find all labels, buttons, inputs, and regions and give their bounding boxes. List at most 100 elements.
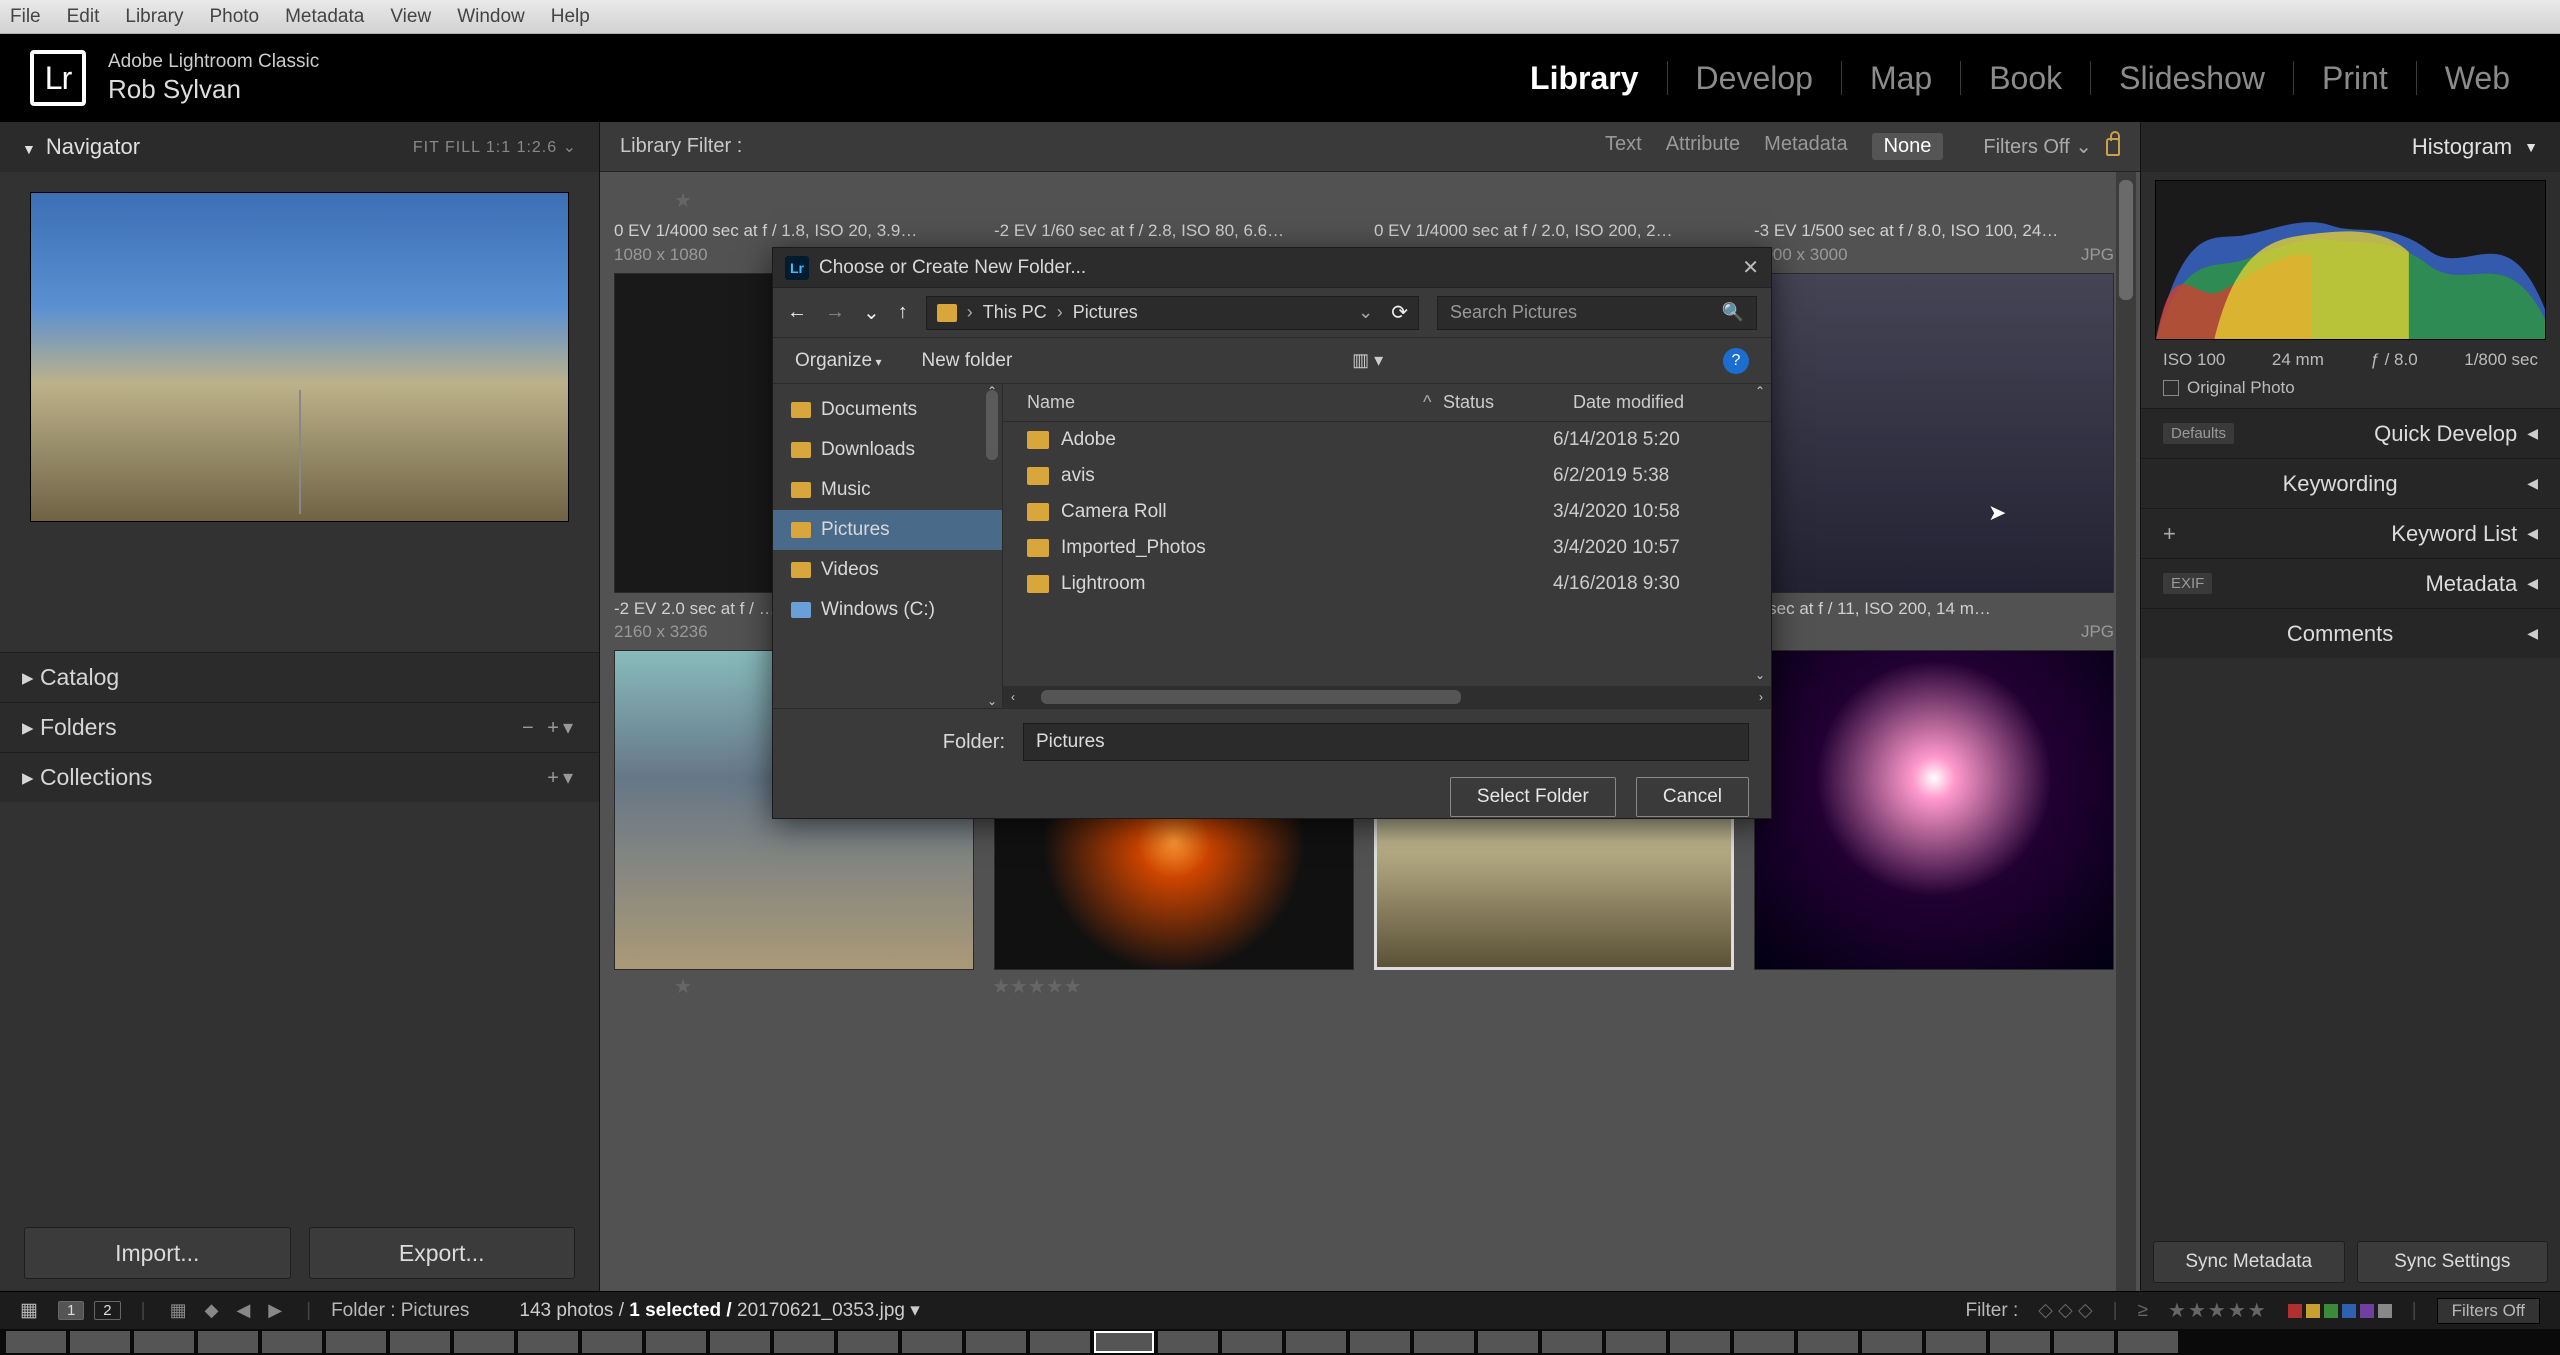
- add-keyword-icon[interactable]: +: [2163, 521, 2176, 547]
- thumbnail-rating[interactable]: ★: [674, 188, 2114, 213]
- tree-documents[interactable]: Documents: [773, 390, 1002, 430]
- sync-metadata-button[interactable]: Sync Metadata: [2153, 1241, 2345, 1283]
- menu-view[interactable]: View: [390, 6, 431, 28]
- menu-file[interactable]: File: [10, 6, 41, 28]
- quick-develop-panel[interactable]: Defaults Quick Develop◀: [2141, 408, 2560, 458]
- search-input[interactable]: Search Pictures 🔍: [1437, 296, 1757, 330]
- folder-browser-dialog: Lr Choose or Create New Folder... ✕ ← → …: [772, 247, 1772, 819]
- sort-direction-icon[interactable]: ◆: [205, 1300, 219, 1321]
- grid-view-icon[interactable]: ▦: [170, 1300, 187, 1321]
- module-book[interactable]: Book: [1969, 60, 2082, 97]
- import-button[interactable]: Import...: [24, 1227, 291, 1279]
- menu-metadata[interactable]: Metadata: [285, 6, 364, 28]
- thumbnail-rating[interactable]: ★: [674, 974, 692, 999]
- nav-recent-icon[interactable]: ⌄: [863, 300, 880, 325]
- search-icon[interactable]: 🔍: [1722, 302, 1744, 323]
- next-icon[interactable]: ▶: [268, 1300, 282, 1321]
- select-folder-button[interactable]: Select Folder: [1450, 777, 1616, 817]
- prev-icon[interactable]: ◀: [236, 1300, 250, 1321]
- navigator-zoom-levels[interactable]: FIT FILL 1:1 1:2.6 ⌄: [413, 137, 577, 157]
- flag-filter-icons[interactable]: ◇ ◇ ◇: [2038, 1299, 2092, 1322]
- folders-panel[interactable]: ▸ Folders − +▾: [0, 702, 599, 752]
- folders-add-icon[interactable]: − +▾: [522, 715, 577, 740]
- filter-text[interactable]: Text: [1605, 133, 1642, 160]
- window-2-button[interactable]: 2: [94, 1301, 120, 1320]
- tree-pictures[interactable]: Pictures: [773, 510, 1002, 550]
- window-1-button[interactable]: 1: [58, 1301, 84, 1320]
- defaults-dropdown[interactable]: Defaults: [2163, 423, 2234, 444]
- nav-back-icon[interactable]: ←: [787, 301, 807, 324]
- filter-none[interactable]: None: [1872, 133, 1944, 160]
- navigator-header[interactable]: ▼Navigator FIT FILL 1:1 1:2.6 ⌄: [0, 122, 599, 172]
- list-item[interactable]: Imported_Photos3/4/2020 10:57: [1003, 530, 1771, 566]
- filmstrip[interactable]: [0, 1329, 2560, 1355]
- breadcrumb-folder[interactable]: Folder : Pictures: [331, 1300, 469, 1322]
- module-print[interactable]: Print: [2302, 60, 2408, 97]
- menu-edit[interactable]: Edit: [67, 6, 100, 28]
- folder-icon: [1027, 467, 1049, 485]
- keywording-panel[interactable]: Keywording◀: [2141, 458, 2560, 508]
- list-item[interactable]: avis6/2/2019 5:38: [1003, 458, 1771, 494]
- rating-filter[interactable]: ≥: [2138, 1300, 2148, 1322]
- nav-forward-icon[interactable]: →: [825, 301, 845, 324]
- star-filter[interactable]: ★★★★★: [2168, 1298, 2268, 1323]
- thumbnail[interactable]: [1754, 273, 2114, 593]
- navigator-preview[interactable]: [30, 192, 569, 522]
- organize-menu[interactable]: Organize: [795, 350, 881, 372]
- help-icon[interactable]: ?: [1723, 348, 1749, 374]
- module-develop[interactable]: Develop: [1676, 60, 1833, 97]
- collections-panel[interactable]: ▸ Collections +▾: [0, 752, 599, 802]
- menu-window[interactable]: Window: [457, 6, 525, 28]
- menu-photo[interactable]: Photo: [209, 6, 259, 28]
- new-folder-button[interactable]: New folder: [921, 350, 1012, 372]
- thumb-meta: -3 EV 1/500 sec at f / 8.0, ISO 100, 24……: [1754, 219, 2114, 267]
- tree-scrollbar[interactable]: ⌃⌄: [984, 384, 1000, 708]
- tree-music[interactable]: Music: [773, 470, 1002, 510]
- cancel-button[interactable]: Cancel: [1636, 777, 1749, 817]
- filters-off-dropdown[interactable]: Filters Off ⌄: [1983, 134, 2092, 159]
- menu-library[interactable]: Library: [125, 6, 183, 28]
- module-picker: Library Develop Map Book Slideshow Print…: [1510, 60, 2530, 97]
- menu-help[interactable]: Help: [551, 6, 590, 28]
- nav-up-icon[interactable]: ↑: [898, 301, 908, 324]
- toolbar: ▦ 1 2 | ▦ ◆ ◀ ▶ | Folder : Pictures 143 …: [0, 1291, 2560, 1355]
- export-button[interactable]: Export...: [309, 1227, 576, 1279]
- module-map[interactable]: Map: [1850, 60, 1952, 97]
- histogram-display[interactable]: [2155, 180, 2546, 340]
- filter-attribute[interactable]: Attribute: [1666, 133, 1740, 160]
- tree-windows-c[interactable]: Windows (C:): [773, 590, 1002, 630]
- catalog-panel[interactable]: ▸ Catalog: [0, 652, 599, 702]
- lock-icon[interactable]: [2106, 138, 2120, 156]
- sync-settings-button[interactable]: Sync Settings: [2357, 1241, 2549, 1283]
- metadata-panel[interactable]: EXIFMetadata◀: [2141, 558, 2560, 608]
- list-item[interactable]: Lightroom4/16/2018 9:30: [1003, 566, 1771, 602]
- list-item[interactable]: Adobe6/14/2018 5:20: [1003, 422, 1771, 458]
- exif-dropdown[interactable]: EXIF: [2163, 573, 2212, 594]
- filters-off-chip[interactable]: Filters Off: [2437, 1298, 2540, 1324]
- original-photo-checkbox[interactable]: Original Photo: [2141, 374, 2560, 408]
- secondary-display-icon[interactable]: ▦: [20, 1299, 38, 1322]
- list-hscrollbar[interactable]: ‹›: [1003, 686, 1771, 708]
- address-bar[interactable]: › This PC› Pictures ⌄ ⟳: [926, 296, 1419, 330]
- filter-metadata[interactable]: Metadata: [1764, 133, 1847, 160]
- module-slideshow[interactable]: Slideshow: [2099, 60, 2285, 97]
- comments-panel[interactable]: Comments◀: [2141, 608, 2560, 658]
- list-header[interactable]: Name ^ Status Date modified: [1003, 384, 1771, 422]
- module-library[interactable]: Library: [1510, 60, 1658, 97]
- keyword-list-panel[interactable]: +Keyword List◀: [2141, 508, 2560, 558]
- thumbnail-rating[interactable]: ★★★★★: [992, 974, 1082, 999]
- module-web[interactable]: Web: [2425, 60, 2530, 97]
- view-options-icon[interactable]: ▥ ▾: [1352, 350, 1383, 371]
- list-scrollbar[interactable]: ⌃⌄: [1751, 384, 1769, 682]
- close-icon[interactable]: ✕: [1742, 255, 1759, 280]
- folder-name-input[interactable]: [1023, 723, 1749, 761]
- color-label-filter[interactable]: [2288, 1304, 2392, 1318]
- list-item[interactable]: Camera Roll3/4/2020 10:58: [1003, 494, 1771, 530]
- grid-scrollbar[interactable]: [2116, 172, 2136, 1291]
- collections-add-icon[interactable]: +▾: [547, 765, 577, 790]
- histogram-header[interactable]: Histogram▼: [2141, 122, 2560, 172]
- thumbnail[interactable]: [1754, 650, 2114, 970]
- tree-videos[interactable]: Videos: [773, 550, 1002, 590]
- tree-downloads[interactable]: Downloads: [773, 430, 1002, 470]
- refresh-icon[interactable]: ⟳: [1391, 300, 1408, 325]
